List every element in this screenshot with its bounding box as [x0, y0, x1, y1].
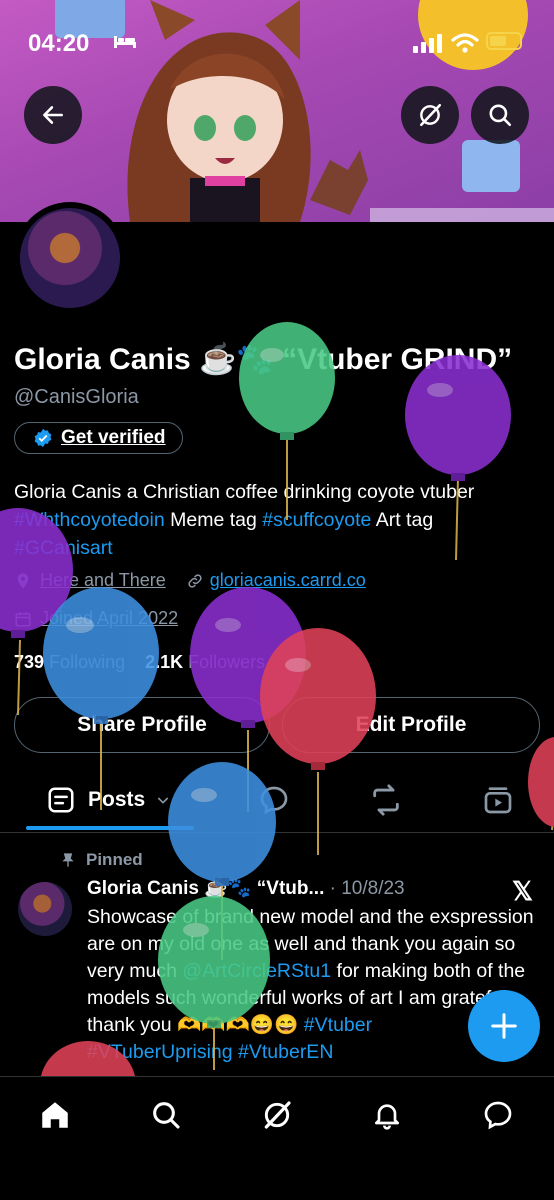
tweet-avatar[interactable]: [18, 882, 72, 936]
tweet-author[interactable]: Gloria Canis ☕🐾 “Vtub...: [87, 878, 324, 899]
tab-media[interactable]: [482, 770, 514, 830]
tab-posts[interactable]: Posts: [46, 770, 171, 830]
search-button[interactable]: [471, 86, 529, 144]
signal-icon: [413, 34, 442, 53]
wifi-icon: [451, 33, 479, 53]
bio-text: Meme tag: [164, 509, 263, 531]
nav-explore[interactable]: [146, 1095, 186, 1135]
status-bar: 04:20: [0, 28, 554, 62]
following-count: 739: [14, 652, 45, 672]
followers-count: 2.1K: [145, 652, 184, 672]
tweet-hashtags[interactable]: #VTuberUprising #VtuberEN: [87, 1041, 333, 1063]
following-stat[interactable]: 739 Following: [14, 652, 125, 673]
nav-notifications[interactable]: [367, 1095, 407, 1135]
search-icon: [489, 104, 512, 127]
profile-meta: Here and There gloriacanis.carrd.co: [14, 570, 366, 591]
profile-bio: Gloria Canis a Christian coffee drinking…: [14, 478, 548, 562]
bottom-navigation: [0, 1076, 554, 1200]
nav-messages[interactable]: [478, 1095, 518, 1135]
bio-hashtag[interactable]: #scuffcoyote: [262, 509, 371, 531]
back-button[interactable]: [24, 86, 82, 144]
pin-icon: [62, 853, 74, 867]
profile-tabs: Posts: [0, 770, 554, 833]
follow-stats: 739 Following 2.1K Followers: [14, 652, 265, 673]
followers-stat[interactable]: 2.1K Followers: [145, 652, 265, 673]
location-icon: [17, 573, 29, 588]
messages-icon: [484, 1101, 512, 1130]
link-icon: [188, 573, 202, 588]
active-tab-indicator: [26, 826, 194, 830]
followers-label: Followers: [188, 652, 266, 672]
compose-plus-icon: [491, 1013, 517, 1039]
repost-icon: [373, 784, 399, 816]
profile-name: Gloria Canis ☕🐾 “Vtuber GRIND”: [14, 343, 513, 376]
tab-posts-label: Posts: [88, 788, 146, 811]
get-verified-label: Get verified: [61, 427, 166, 448]
location-text: Here and There: [40, 570, 166, 590]
edit-profile-button[interactable]: Edit Profile: [282, 697, 540, 753]
grok-nav-icon: [264, 1101, 291, 1129]
bio-hashtag[interactable]: #GCanisart: [14, 537, 113, 559]
nav-home[interactable]: [35, 1095, 75, 1135]
profile-joined: Joined April 2022: [14, 608, 178, 629]
tab-replies[interactable]: [258, 770, 290, 830]
joined-text: Joined April 2022: [40, 608, 179, 628]
bio-text: Gloria Canis a Christian coffee drinking…: [14, 481, 475, 503]
link-text[interactable]: gloriacanis.carrd.co: [210, 570, 366, 591]
tweet-mention[interactable]: @ArtCircleRStu1: [182, 960, 331, 982]
tweet-hashtag[interactable]: #Vtuber: [304, 1014, 372, 1036]
posts-icon: [48, 787, 74, 813]
chevron-down-icon[interactable]: [155, 792, 171, 808]
grok-icon: [420, 103, 442, 127]
x-logo-icon: 𝕏: [512, 876, 533, 906]
compose-button[interactable]: [468, 990, 540, 1062]
grok-button[interactable]: [401, 86, 459, 144]
pinned-label: Pinned: [60, 850, 143, 870]
notifications-icon: [375, 1104, 399, 1130]
home-icon: [42, 1102, 68, 1128]
sleep-focus-icon: [114, 36, 136, 48]
profile-avatar[interactable]: [14, 202, 126, 314]
reply-icon: [260, 786, 288, 815]
get-verified-button[interactable]: Get verified: [14, 422, 183, 454]
bio-hashtag[interactable]: #Whthcoyotedoin: [14, 509, 165, 531]
tab-reposts[interactable]: [369, 770, 403, 830]
following-label: Following: [49, 652, 126, 672]
tweet-header: Gloria Canis ☕🐾 “Vtub... · 10/8/23: [87, 876, 405, 900]
share-profile-button[interactable]: Share Profile: [14, 697, 270, 753]
profile-link[interactable]: gloriacanis.carrd.co: [186, 570, 366, 591]
profile-handle: @CanisGloria: [14, 386, 139, 408]
back-arrow-icon: [43, 106, 63, 124]
bio-text: Art tag: [371, 509, 434, 531]
explore-icon: [153, 1102, 180, 1129]
verified-badge-icon: [34, 428, 52, 448]
nav-grok[interactable]: [257, 1095, 297, 1135]
battery-icon: [486, 32, 522, 50]
media-icon: [484, 787, 512, 814]
profile-location: Here and There: [14, 570, 166, 591]
pinned-text: Pinned: [86, 850, 143, 869]
status-time: 04:20: [28, 30, 90, 57]
calendar-icon: [15, 611, 31, 626]
tweet-date[interactable]: · 10/8/23: [330, 878, 405, 899]
